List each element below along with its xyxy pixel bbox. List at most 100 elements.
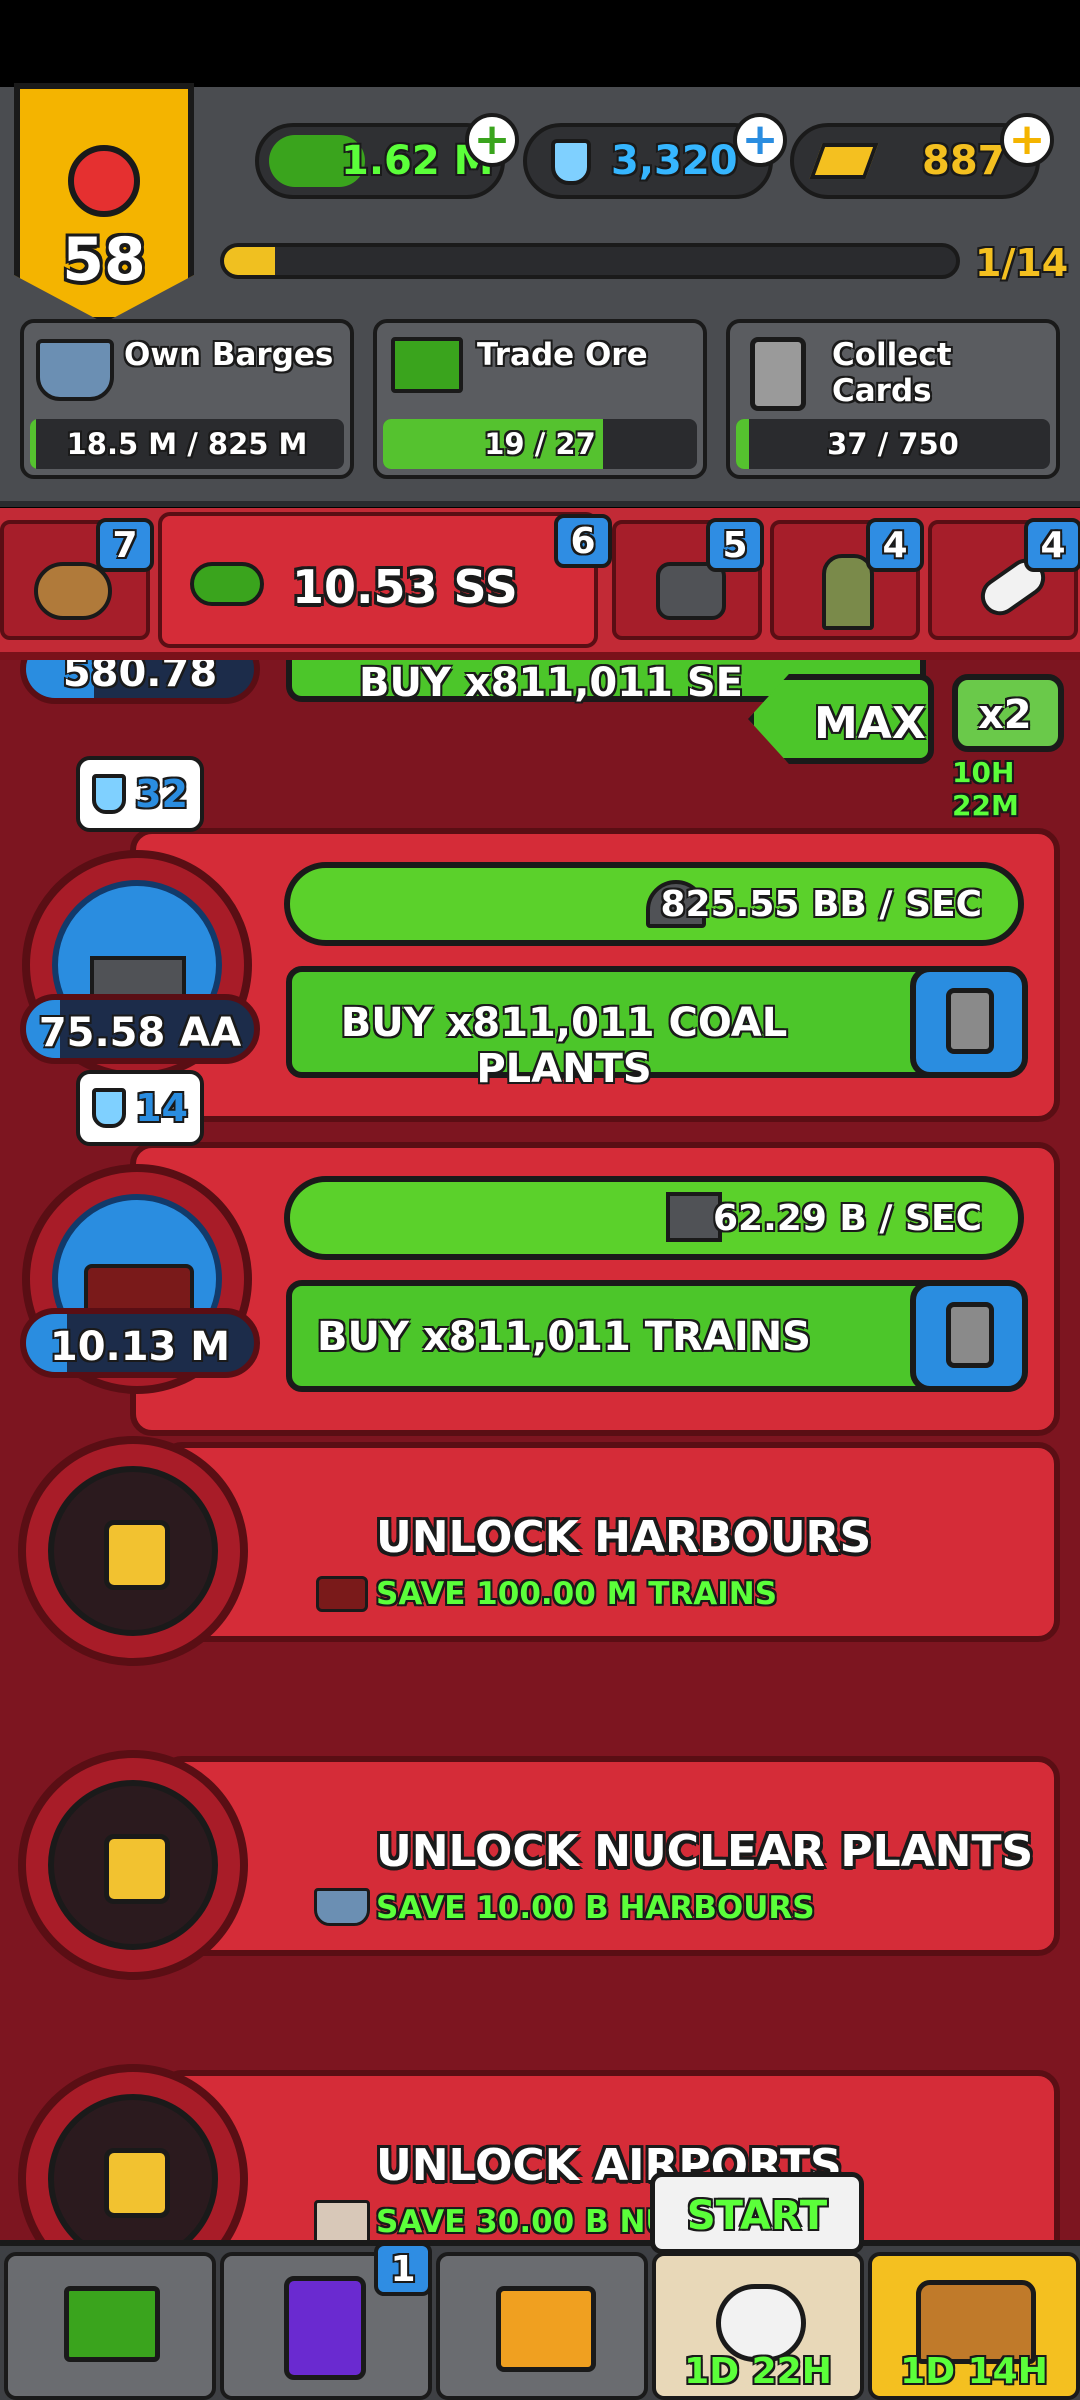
nav-chest-button[interactable]: 1D 14H — [868, 2252, 1080, 2400]
nav-cards-button[interactable]: 1 — [220, 2242, 432, 2400]
barge-icon — [36, 339, 114, 401]
padlock-icon — [104, 1520, 170, 1590]
airport-icon — [48, 2094, 218, 2240]
peek-owned-text: 580.78 DD — [62, 660, 218, 698]
buy-trains-label: BUY x811,011 TRAINS — [317, 1314, 811, 1360]
x2-boost-timer: 10H 22M — [952, 756, 1019, 822]
resource-tab-strip: 7 10.53 SS 6 5 4 4 — [0, 508, 1080, 660]
level-label: 58 — [62, 225, 146, 295]
tab-pill[interactable]: 4 — [928, 518, 1080, 640]
science-value: 3,320 — [611, 138, 738, 184]
add-gold-button[interactable]: + — [1000, 113, 1054, 167]
buy-coal-plants-button[interactable]: BUY x811,011 COAL PLANTS — [286, 966, 952, 1092]
coal-plants-owned-text: 75.58 AA — [38, 1010, 242, 1056]
quest-own-barges[interactable]: Own Barges 18.5 M / 825 M — [20, 319, 354, 479]
quest-progress-text: 37 / 750 — [827, 427, 959, 461]
add-cash-button[interactable]: + — [465, 113, 519, 167]
event-start-label: START — [686, 2193, 828, 2239]
card-icon — [750, 337, 806, 411]
cash-pill[interactable]: 1.62 M + — [255, 113, 519, 199]
top-hud: 58 1.62 M + 3,320 + 887 + 1/14 Own Barge… — [0, 83, 1080, 507]
unlock-nuclear-title: UNLOCK NUCLEAR PLANTS — [376, 1826, 1034, 1877]
cards-badge: 1 — [374, 2242, 432, 2296]
x2-boost-button[interactable]: x2 — [952, 674, 1064, 752]
tab-ammo[interactable]: 4 — [770, 518, 924, 640]
unlock-harbours-requirement: SAVE 100.00 M TRAINS — [376, 1576, 778, 1612]
land-flag-icon — [190, 562, 264, 606]
coal-plants-cost: 32 — [76, 756, 204, 832]
science-pill[interactable]: 3,320 + — [523, 113, 787, 199]
peek-buy-label: BUY x811,011 SE — [359, 660, 743, 706]
coal-plants-card-button[interactable] — [910, 966, 1028, 1078]
buy-coal-plants-label: BUY x811,011 COAL PLANTS — [340, 1000, 788, 1092]
rank-progress-label: 1/14 — [975, 241, 1069, 285]
unlock-nuclear-requirement: SAVE 10.00 B HARBOURS — [376, 1890, 815, 1926]
tab-ore[interactable]: 5 — [612, 518, 764, 640]
add-science-button[interactable]: + — [733, 113, 787, 167]
nav-event-button[interactable]: 1D 22H — [652, 2252, 864, 2400]
flask-icon — [92, 774, 126, 814]
cooling-tower-icon — [314, 2200, 370, 2240]
trains-owned: 10.13 M — [20, 1308, 260, 1378]
ship-small-icon — [314, 1888, 370, 1926]
unlock-airports-requirement: SAVE 30.00 B NUC — [376, 2204, 694, 2240]
tab-land-active[interactable]: 10.53 SS 6 — [158, 512, 612, 648]
quest-progress-bar: 37 / 750 — [736, 419, 1050, 469]
harbours-locked-circle — [18, 1436, 248, 1666]
x2-label: x2 — [978, 692, 1032, 738]
flag-icon — [64, 2286, 160, 2362]
buy-trains-button[interactable]: BUY x811,011 TRAINS — [286, 1280, 952, 1392]
tab-badge: 7 — [96, 518, 154, 572]
card-icon — [946, 1302, 994, 1368]
trains-owned-text: 10.13 M — [49, 1324, 231, 1370]
flask-icon — [92, 1088, 126, 1128]
event-start-button[interactable]: START — [650, 2172, 864, 2254]
coal-plants-rate-bar[interactable]: 825.55 BB / SEC — [284, 862, 1024, 946]
quest-title: Own Barges — [124, 337, 334, 373]
folder-icon — [496, 2286, 596, 2372]
rank-progress-fill — [224, 247, 276, 275]
nuclear-plant-icon — [48, 1780, 218, 1950]
peek-owned-counter: 580.78 DD — [20, 660, 260, 704]
trains-card-button[interactable] — [910, 1280, 1028, 1392]
trains-cost-value: 14 — [135, 1086, 188, 1130]
gold-bars-icon — [809, 143, 879, 179]
tab-badge: 6 — [554, 514, 612, 568]
tab-badge: 4 — [866, 518, 924, 572]
quest-title: Trade Ore — [477, 337, 648, 373]
trains-rate-bar[interactable]: 62.29 B / SEC — [284, 1176, 1024, 1260]
quest-progress-bar: 18.5 M / 825 M — [30, 419, 344, 469]
medal-icon — [68, 145, 140, 217]
nav-missions-button[interactable] — [4, 2252, 216, 2400]
quest-trade-ore[interactable]: Trade Ore 19 / 27 — [373, 319, 707, 479]
quest-collect-cards[interactable]: Collect Cards 37 / 750 — [726, 319, 1060, 479]
rank-progress-bar — [220, 243, 960, 279]
nav-files-button[interactable] — [436, 2252, 648, 2400]
train-small-icon — [316, 1576, 368, 1612]
event-timer: 1D 22H — [684, 2351, 832, 2392]
rank-banner[interactable]: 58 — [14, 83, 194, 323]
quest-progress-text: 19 / 27 — [484, 427, 596, 461]
bottom-nav: 1 1D 22H START 1D 14H — [0, 2172, 1080, 2400]
trains-cost: 14 — [76, 1070, 204, 1146]
active-resource-value: 10.53 SS — [292, 560, 518, 614]
padlock-icon — [104, 2148, 170, 2218]
coal-plants-owned: 75.58 AA — [20, 994, 260, 1064]
gold-value: 887 — [922, 138, 1006, 184]
padlock-icon — [104, 1834, 170, 1904]
flask-icon — [551, 139, 591, 185]
producer-list[interactable]: 580.78 DD BUY x811,011 SE MAX x2 10H 22M… — [0, 660, 1080, 2240]
quest-progress-text: 18.5 M / 825 M — [66, 427, 308, 461]
harbour-icon — [48, 1466, 218, 1636]
coal-plants-cost-value: 32 — [135, 772, 188, 816]
card-icon — [946, 988, 994, 1054]
tab-potato[interactable]: 7 — [0, 518, 154, 640]
flag-icon — [391, 337, 463, 393]
trains-rate: 62.29 B / SEC — [713, 1198, 982, 1239]
nuclear-locked-circle — [18, 1750, 248, 1980]
chest-timer: 1D 14H — [900, 2351, 1048, 2392]
cards-icon — [284, 2276, 366, 2380]
max-label: MAX — [814, 698, 926, 749]
quest-progress-bar: 19 / 27 — [383, 419, 697, 469]
gold-pill[interactable]: 887 + — [790, 113, 1054, 199]
